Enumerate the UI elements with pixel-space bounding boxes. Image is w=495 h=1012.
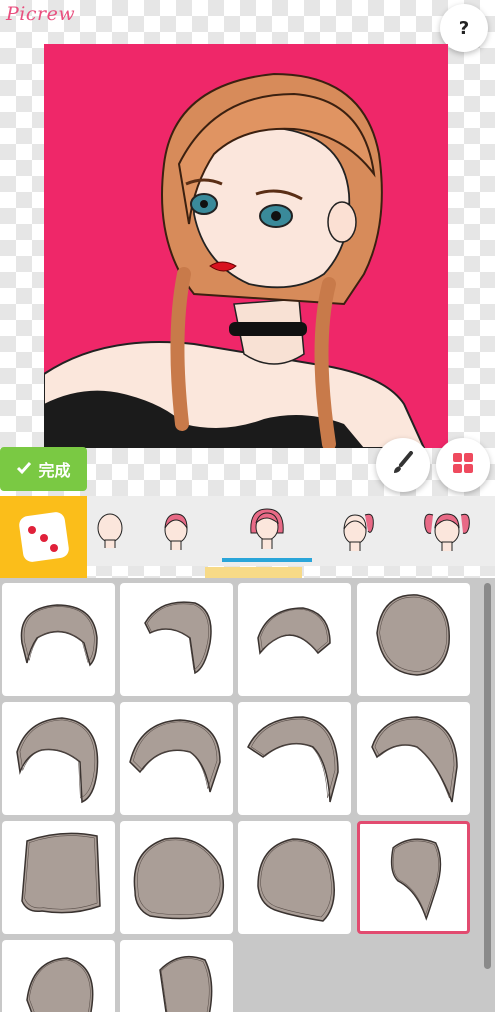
head-twin-tails-icon	[424, 513, 470, 551]
tab-hair-4[interactable]	[312, 496, 402, 562]
head-ponytail-icon	[343, 513, 374, 551]
hair-option-14[interactable]	[120, 940, 233, 1012]
hair-option-12[interactable]	[357, 821, 470, 934]
done-label: 完成	[38, 461, 71, 480]
hair-options-grid	[0, 578, 495, 1012]
checkmark-icon	[16, 460, 32, 479]
hair-style-thumbnail	[133, 837, 225, 920]
head-bob-pink-hair-icon	[250, 508, 284, 549]
picrew-logo[interactable]: Picrew	[6, 3, 75, 25]
hair-style-thumbnail	[144, 601, 212, 675]
tab-hair-3[interactable]	[222, 496, 312, 562]
done-button[interactable]: 完成	[0, 447, 87, 491]
head-short-pink-hair-icon	[164, 513, 188, 550]
hair-option-8[interactable]	[357, 702, 470, 815]
color-brush-button[interactable]	[376, 438, 430, 492]
dice-icon	[18, 512, 69, 562]
grid-icon	[452, 452, 474, 478]
head-bald-icon	[97, 513, 123, 548]
avatar-canvas	[44, 44, 448, 448]
paintbrush-icon	[391, 451, 415, 479]
hair-style-thumbnail	[257, 838, 335, 922]
hair-option-13[interactable]	[2, 940, 115, 1012]
avatar-illustration	[44, 44, 448, 448]
hair-style-thumbnail	[26, 957, 94, 1012]
layout-grid-button[interactable]	[436, 438, 490, 492]
hair-option-2[interactable]	[120, 583, 233, 696]
hair-option-4[interactable]	[357, 583, 470, 696]
hair-style-thumbnail	[129, 719, 221, 793]
tab-hair-2[interactable]	[131, 496, 221, 562]
hair-option-9[interactable]	[2, 821, 115, 934]
hair-option-11[interactable]	[238, 821, 351, 934]
hair-style-thumbnail	[159, 955, 213, 1012]
grid-scrollbar[interactable]	[484, 583, 491, 969]
hair-option-3[interactable]	[238, 583, 351, 696]
hair-option-6[interactable]	[120, 702, 233, 815]
hair-option-1[interactable]	[2, 583, 115, 696]
hair-style-thumbnail	[376, 594, 450, 676]
hair-style-thumbnail	[390, 838, 442, 921]
hair-style-thumbnail	[371, 716, 458, 803]
hair-style-thumbnail	[257, 607, 331, 655]
hair-style-thumbnail	[16, 717, 99, 804]
hair-style-thumbnail	[247, 716, 339, 803]
hair-style-thumbnail	[20, 604, 98, 667]
tab-hair-5[interactable]	[402, 496, 492, 562]
hair-style-thumbnail	[21, 832, 101, 914]
hair-option-10[interactable]	[120, 821, 233, 934]
hair-option-7[interactable]	[238, 702, 351, 815]
hair-option-5[interactable]	[2, 702, 115, 815]
randomize-dice-button[interactable]	[0, 496, 87, 578]
